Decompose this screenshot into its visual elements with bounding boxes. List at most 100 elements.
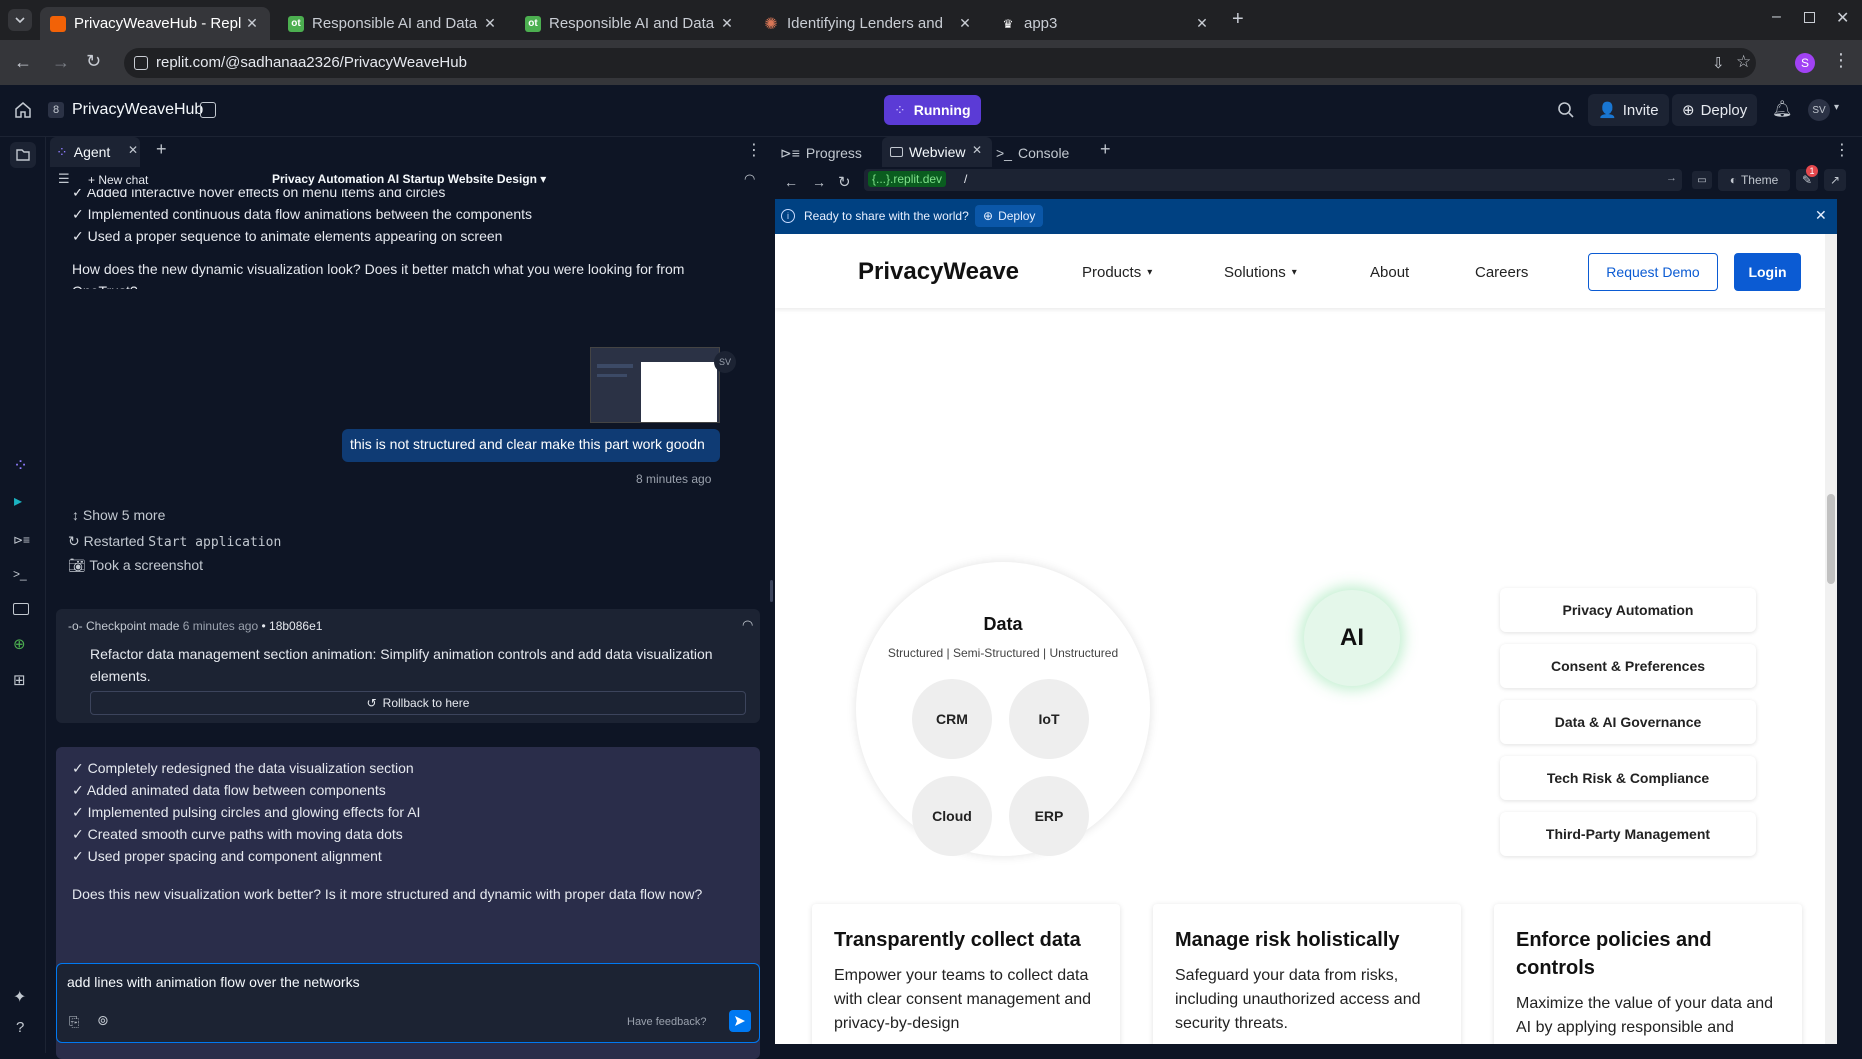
node-crm[interactable]: CRM [912, 679, 992, 759]
attached-screenshot[interactable] [590, 347, 720, 423]
pane-resize-handle[interactable] [770, 580, 773, 602]
open-new-window-icon[interactable]: ↗ [1824, 169, 1846, 191]
git-icon[interactable]: ▸ [14, 491, 22, 511]
scrollbar-track[interactable] [1825, 234, 1837, 1044]
webview-forward-icon[interactable]: → [812, 174, 826, 190]
reload-icon[interactable]: ↻ [86, 51, 101, 72]
search-icon[interactable] [1557, 101, 1575, 119]
node-cloud[interactable]: Cloud [912, 776, 992, 856]
nav-careers[interactable]: Careers [1475, 264, 1528, 281]
browser-tab[interactable]: PrivacyWeaveHub - Repl ✕ [40, 7, 270, 40]
ai-circle[interactable]: AI [1304, 590, 1400, 686]
address-bar[interactable]: replit.com/@sadhanaa2326/PrivacyWeaveHub… [124, 48, 1756, 78]
nav-about[interactable]: About [1370, 264, 1409, 281]
close-tab-icon[interactable]: ✕ [128, 143, 138, 157]
close-tab-icon[interactable]: ✕ [719, 15, 735, 32]
node-erp[interactable]: ERP [1009, 776, 1089, 856]
minimize-window-icon[interactable]: – [1772, 8, 1781, 26]
banner-deploy-button[interactable]: ⊕ Deploy [975, 205, 1044, 227]
list-item: ✓ Added animated data flow between compo… [72, 782, 386, 798]
chat-history-icon[interactable]: ☰ [58, 171, 70, 187]
service-privacy-automation[interactable]: Privacy Automation [1500, 588, 1756, 632]
show-more-button[interactable]: ↕ Show 5 more [72, 507, 165, 523]
deploy-button[interactable]: ⊕ Deploy [1672, 94, 1758, 126]
tab-console[interactable]: >_ Console [996, 141, 1069, 165]
service-third-party-management[interactable]: Third-Party Management [1500, 812, 1756, 856]
tab-agent[interactable]: ⁘ Agent [50, 137, 140, 167]
go-arrow-icon[interactable]: → [1666, 172, 1677, 184]
run-status-button[interactable]: ⁘ Running [884, 95, 981, 125]
home-icon[interactable] [14, 101, 32, 119]
close-window-icon[interactable]: ✕ [1836, 8, 1849, 28]
browser-tab[interactable]: ot Responsible AI and Data ✕ [278, 7, 508, 40]
usage-gauge-icon[interactable]: ◠ [742, 617, 753, 633]
pane-menu-icon[interactable]: ⋮ [746, 140, 762, 160]
browser-tab[interactable]: ✺ Identifying Lenders and ✕ [753, 7, 983, 40]
chat-input[interactable]: add lines with animation flow over the n… [67, 974, 360, 990]
install-app-icon[interactable]: ⇩ [1712, 54, 1725, 72]
webview-back-icon[interactable]: ← [784, 174, 798, 190]
browser-menu-icon[interactable]: ⋮ [1832, 50, 1850, 71]
sparkle-icon[interactable]: ✦ [13, 987, 26, 1007]
service-consent-preferences[interactable]: Consent & Preferences [1500, 644, 1756, 688]
restore-window-icon[interactable] [1804, 12, 1815, 23]
shell-icon[interactable]: >_ [13, 567, 27, 581]
tab-progress[interactable]: ⊳≡ Progress [780, 141, 862, 165]
login-button[interactable]: Login [1734, 253, 1801, 291]
new-tab-button[interactable]: + [1232, 8, 1244, 31]
close-tab-icon[interactable]: ✕ [482, 15, 498, 32]
webview-reload-icon[interactable]: ↻ [838, 173, 851, 191]
deploy-banner: i Ready to share with the world? ⊕ Deploy… [775, 199, 1837, 234]
tab-search-button[interactable] [8, 9, 32, 31]
scrollbar-thumb[interactable] [1827, 494, 1835, 584]
webview-icon[interactable] [13, 603, 29, 615]
help-icon[interactable]: ? [16, 1019, 24, 1036]
webview-url-bar[interactable]: {...}.replit.dev / → [864, 169, 1682, 191]
user-avatar[interactable]: SV [1808, 99, 1830, 121]
new-tab-button[interactable]: + [156, 139, 167, 160]
agent-icon[interactable]: ⁘ [13, 455, 28, 476]
repl-info-icon[interactable] [200, 102, 216, 118]
repl-name[interactable]: PrivacyWeaveHub [72, 101, 203, 119]
invite-button[interactable]: 👤 Invite [1588, 94, 1669, 126]
send-button[interactable] [729, 1010, 751, 1032]
node-iot[interactable]: IoT [1009, 679, 1089, 759]
bookmark-star-icon[interactable]: ☆ [1736, 52, 1751, 72]
back-arrow-icon[interactable]: ← [14, 52, 32, 73]
notifications-bell-icon[interactable]: 🔔︎ [1772, 99, 1792, 119]
site-logo[interactable]: PrivacyWeave [858, 258, 1019, 286]
usage-gauge-icon[interactable]: ◠ [744, 171, 755, 187]
theme-button[interactable]: ◐ Theme [1718, 169, 1790, 191]
nav-solutions[interactable]: Solutions ▾ [1224, 264, 1297, 281]
console-tab-icon[interactable]: ⊳≡ [13, 533, 30, 547]
attach-icon[interactable]: ⎘ [69, 1014, 79, 1030]
browser-tab[interactable]: ot Responsible AI and Data ✕ [515, 7, 745, 40]
service-tech-risk-compliance[interactable]: Tech Risk & Compliance [1500, 756, 1756, 800]
feedback-link[interactable]: Have feedback? [627, 1016, 707, 1028]
chevron-down-icon[interactable]: ▾ [1834, 102, 1839, 113]
close-tab-icon[interactable]: ✕ [972, 143, 982, 157]
pane-menu-icon[interactable]: ⋮ [1834, 140, 1850, 160]
chat-input-box[interactable]: add lines with animation flow over the n… [56, 963, 760, 1043]
browser-tab[interactable]: ♛ app3 ✕ [990, 7, 1220, 40]
close-tab-icon[interactable]: ✕ [244, 15, 260, 32]
close-tab-icon[interactable]: ✕ [957, 15, 973, 32]
request-demo-button[interactable]: Request Demo [1588, 253, 1718, 291]
settings-icon[interactable]: ⊚ [97, 1012, 109, 1029]
profile-avatar[interactable]: S [1795, 53, 1815, 73]
nav-products[interactable]: Products ▾ [1082, 264, 1152, 281]
all-tools-icon[interactable]: ⊞ [13, 671, 26, 689]
site-info-icon[interactable] [134, 56, 148, 70]
deployments-icon[interactable]: ⊕ [13, 635, 26, 653]
devtools-icon[interactable]: ▭ [1692, 171, 1712, 189]
chat-title[interactable]: Privacy Automation AI Startup Website De… [272, 172, 546, 186]
rollback-button[interactable]: ↺ Rollback to here [90, 691, 746, 715]
close-tab-icon[interactable]: ✕ [1194, 15, 1210, 32]
webview-icon [890, 147, 903, 157]
files-icon[interactable] [10, 142, 36, 168]
new-tab-button[interactable]: + [1100, 139, 1111, 160]
new-chat-button[interactable]: + New chat [88, 173, 148, 187]
close-banner-icon[interactable]: ✕ [1815, 207, 1827, 224]
service-data-ai-governance[interactable]: Data & AI Governance [1500, 700, 1756, 744]
forward-arrow-icon[interactable]: → [52, 52, 70, 73]
